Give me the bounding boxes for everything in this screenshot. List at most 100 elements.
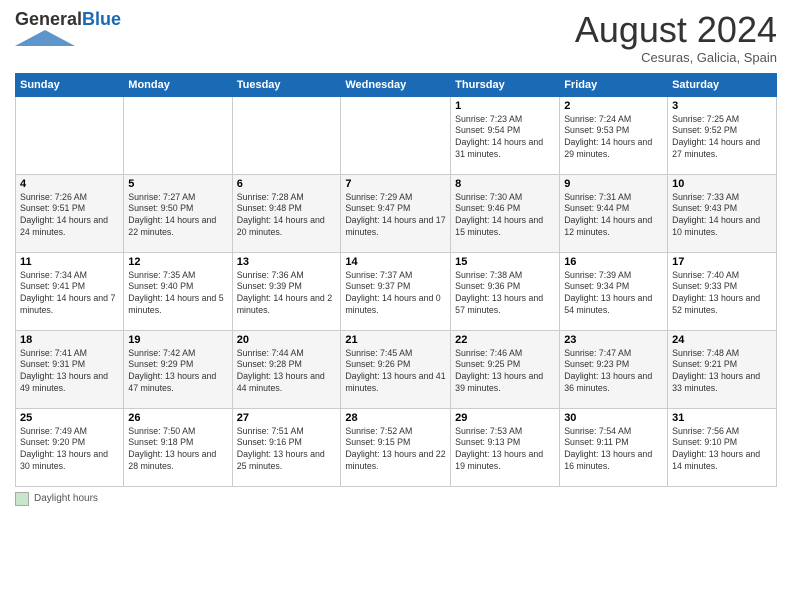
col-header-friday: Friday [560,73,668,96]
day-info: Sunrise: 7:36 AM Sunset: 9:39 PM Dayligh… [237,270,337,318]
calendar-cell: 10 Sunrise: 7:33 AM Sunset: 9:43 PM Dayli… [668,174,777,252]
day-number: 5 [128,178,227,190]
calendar-cell: 6Sunrise: 7:28 AM Sunset: 9:48 PM Daylig… [232,174,341,252]
calendar-cell: 9 Sunrise: 7:31 AM Sunset: 9:44 PM Daylig… [560,174,668,252]
day-number: 18 [20,334,119,346]
calendar-week-3: 11Sunrise: 7:34 AM Sunset: 9:41 PM Dayli… [16,252,777,330]
day-info: Sunrise: 7:30 AM Sunset: 9:46 PM Dayligh… [455,192,555,240]
calendar-cell: 16Sunrise: 7:39 AM Sunset: 9:34 PM Dayli… [560,252,668,330]
col-header-sunday: Sunday [16,73,124,96]
day-info: Sunrise: 7:37 AM Sunset: 9:37 PM Dayligh… [345,270,446,318]
calendar-cell [124,96,232,174]
day-number: 11 [20,256,119,268]
calendar-cell: 3Sunrise: 7:25 AM Sunset: 9:52 PM Daylig… [668,96,777,174]
day-info: Sunrise: 7:33 AM Sunset: 9:43 PM Dayligh… [672,192,772,240]
logo-blue: Blue [82,9,121,29]
day-number: 23 [564,334,663,346]
location-subtitle: Cesuras, Galicia, Spain [575,50,777,65]
calendar-cell: 30 Sunrise: 7:54 AM Sunset: 9:11 PM Dayli… [560,408,668,486]
title-section: August 2024 Cesuras, Galicia, Spain [575,10,777,65]
footer-note: Daylight hours [15,492,777,506]
calendar-cell: 2 Sunrise: 7:24 AM Sunset: 9:53 PM Daylig… [560,96,668,174]
day-number: 4 [20,178,119,190]
day-info: Sunrise: 7:27 AM Sunset: 9:50 PM Dayligh… [128,192,227,240]
calendar-cell [341,96,451,174]
col-header-wednesday: Wednesday [341,73,451,96]
calendar-cell [16,96,124,174]
day-info: Sunrise: 7:48 AM Sunset: 9:21 PM Dayligh… [672,348,772,396]
calendar-cell: 7 Sunrise: 7:29 AM Sunset: 9:47 PM Daylig… [341,174,451,252]
day-info: Sunrise: 7:47 AM Sunset: 9:23 PM Dayligh… [564,348,663,396]
calendar-cell: 14Sunrise: 7:37 AM Sunset: 9:37 PM Dayli… [341,252,451,330]
day-number: 22 [455,334,555,346]
day-number: 9 [564,178,663,190]
day-info: Sunrise: 7:40 AM Sunset: 9:33 PM Dayligh… [672,270,772,318]
calendar-cell: 11Sunrise: 7:34 AM Sunset: 9:41 PM Dayli… [16,252,124,330]
col-header-thursday: Thursday [451,73,560,96]
day-number: 25 [20,412,119,424]
day-number: 7 [345,178,446,190]
day-number: 17 [672,256,772,268]
calendar-cell: 1 Sunrise: 7:23 AM Sunset: 9:54 PM Daylig… [451,96,560,174]
day-info: Sunrise: 7:54 AM Sunset: 9:11 PM Dayligh… [564,426,663,474]
logo-text: GeneralBlue [15,10,121,30]
day-info: Sunrise: 7:49 AM Sunset: 9:20 PM Dayligh… [20,426,119,474]
calendar-cell: 25 Sunrise: 7:49 AM Sunset: 9:20 PM Dayli… [16,408,124,486]
day-number: 27 [237,412,337,424]
day-number: 16 [564,256,663,268]
day-number: 29 [455,412,555,424]
calendar-cell: 26Sunrise: 7:50 AM Sunset: 9:18 PM Dayli… [124,408,232,486]
day-info: Sunrise: 7:23 AM Sunset: 9:54 PM Dayligh… [455,114,555,162]
day-number: 30 [564,412,663,424]
day-info: Sunrise: 7:53 AM Sunset: 9:13 PM Dayligh… [455,426,555,474]
day-info: Sunrise: 7:29 AM Sunset: 9:47 PM Dayligh… [345,192,446,240]
day-info: Sunrise: 7:24 AM Sunset: 9:53 PM Dayligh… [564,114,663,162]
day-info: Sunrise: 7:56 AM Sunset: 9:10 PM Dayligh… [672,426,772,474]
calendar-table: SundayMondayTuesdayWednesdayThursdayFrid… [15,73,777,487]
day-number: 28 [345,412,446,424]
day-info: Sunrise: 7:46 AM Sunset: 9:25 PM Dayligh… [455,348,555,396]
calendar-week-2: 4 Sunrise: 7:26 AM Sunset: 9:51 PM Daylig… [16,174,777,252]
calendar-cell: 5 Sunrise: 7:27 AM Sunset: 9:50 PM Daylig… [124,174,232,252]
day-number: 20 [237,334,337,346]
day-number: 15 [455,256,555,268]
calendar-cell: 17 Sunrise: 7:40 AM Sunset: 9:33 PM Dayli… [668,252,777,330]
day-number: 1 [455,100,555,112]
calendar-week-4: 18 Sunrise: 7:41 AM Sunset: 9:31 PM Dayli… [16,330,777,408]
day-info: Sunrise: 7:50 AM Sunset: 9:18 PM Dayligh… [128,426,227,474]
calendar-cell: 23 Sunrise: 7:47 AM Sunset: 9:23 PM Dayli… [560,330,668,408]
calendar-cell: 31 Sunrise: 7:56 AM Sunset: 9:10 PM Dayli… [668,408,777,486]
calendar-cell: 19Sunrise: 7:42 AM Sunset: 9:29 PM Dayli… [124,330,232,408]
day-number: 2 [564,100,663,112]
day-number: 6 [237,178,337,190]
col-header-monday: Monday [124,73,232,96]
day-info: Sunrise: 7:26 AM Sunset: 9:51 PM Dayligh… [20,192,119,240]
page: GeneralBlue August 2024 Cesuras, Galicia… [0,0,792,612]
col-header-tuesday: Tuesday [232,73,341,96]
logo-icon [15,30,75,46]
calendar-week-1: 1 Sunrise: 7:23 AM Sunset: 9:54 PM Daylig… [16,96,777,174]
day-number: 13 [237,256,337,268]
daylight-label: Daylight hours [34,493,98,504]
day-info: Sunrise: 7:31 AM Sunset: 9:44 PM Dayligh… [564,192,663,240]
calendar-cell: 21 Sunrise: 7:45 AM Sunset: 9:26 PM Dayli… [341,330,451,408]
day-info: Sunrise: 7:45 AM Sunset: 9:26 PM Dayligh… [345,348,446,396]
day-info: Sunrise: 7:44 AM Sunset: 9:28 PM Dayligh… [237,348,337,396]
calendar-cell: 12 Sunrise: 7:35 AM Sunset: 9:40 PM Dayli… [124,252,232,330]
calendar-cell [232,96,341,174]
day-number: 12 [128,256,227,268]
calendar-cell: 4 Sunrise: 7:26 AM Sunset: 9:51 PM Daylig… [16,174,124,252]
day-info: Sunrise: 7:38 AM Sunset: 9:36 PM Dayligh… [455,270,555,318]
day-number: 24 [672,334,772,346]
calendar-cell: 28Sunrise: 7:52 AM Sunset: 9:15 PM Dayli… [341,408,451,486]
logo-general: General [15,9,82,29]
calendar-cell: 29 Sunrise: 7:53 AM Sunset: 9:13 PM Dayli… [451,408,560,486]
day-number: 10 [672,178,772,190]
day-number: 31 [672,412,772,424]
day-number: 21 [345,334,446,346]
day-info: Sunrise: 7:51 AM Sunset: 9:16 PM Dayligh… [237,426,337,474]
day-info: Sunrise: 7:25 AM Sunset: 9:52 PM Dayligh… [672,114,772,162]
calendar-cell: 24 Sunrise: 7:48 AM Sunset: 9:21 PM Dayli… [668,330,777,408]
day-info: Sunrise: 7:35 AM Sunset: 9:40 PM Dayligh… [128,270,227,318]
day-info: Sunrise: 7:41 AM Sunset: 9:31 PM Dayligh… [20,348,119,396]
